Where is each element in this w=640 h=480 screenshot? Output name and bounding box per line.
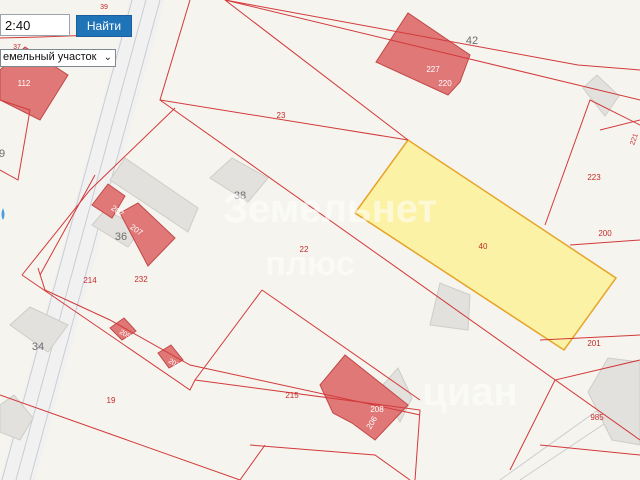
watermark-line3: циан bbox=[422, 370, 518, 414]
chevron-down-icon: ⌄ bbox=[103, 52, 112, 63]
layer-select-value: емельный участок bbox=[3, 51, 97, 63]
layer-select[interactable]: емельный участок ⌄ bbox=[0, 49, 116, 67]
building-label-232: 232 bbox=[134, 275, 148, 284]
parcel-label-214: 214 bbox=[83, 276, 97, 285]
parcel-label-200: 200 bbox=[598, 229, 612, 238]
parcel-label-223: 223 bbox=[587, 173, 601, 182]
cadastral-map[interactable]: 23 22 19 214 215 223 200 201 985 40 232 … bbox=[0, 0, 640, 480]
building-label-220: 220 bbox=[438, 79, 452, 88]
building-label-208: 208 bbox=[370, 405, 384, 414]
building-label-227: 227 bbox=[426, 65, 440, 74]
building-label-39: 39 bbox=[100, 4, 108, 11]
house-number-42: 42 bbox=[466, 35, 478, 47]
parcel-label-23: 23 bbox=[277, 111, 286, 120]
search-input[interactable] bbox=[0, 14, 70, 36]
building-label-112: 112 bbox=[18, 79, 31, 88]
watermark-line2: плюс bbox=[265, 245, 355, 283]
house-number-34: 34 bbox=[32, 341, 44, 353]
parcel-label-19: 19 bbox=[107, 396, 116, 405]
watermark-line1: Земельнет bbox=[223, 187, 437, 231]
parcel-label-40: 40 bbox=[479, 242, 488, 251]
parcel-label-201: 201 bbox=[587, 339, 601, 348]
house-number-9: 9 bbox=[0, 148, 5, 160]
find-button[interactable]: Найти bbox=[76, 15, 132, 37]
house-number-36: 36 bbox=[115, 231, 127, 243]
parcel-label-985: 985 bbox=[590, 413, 604, 422]
parcel-label-215: 215 bbox=[285, 391, 299, 400]
